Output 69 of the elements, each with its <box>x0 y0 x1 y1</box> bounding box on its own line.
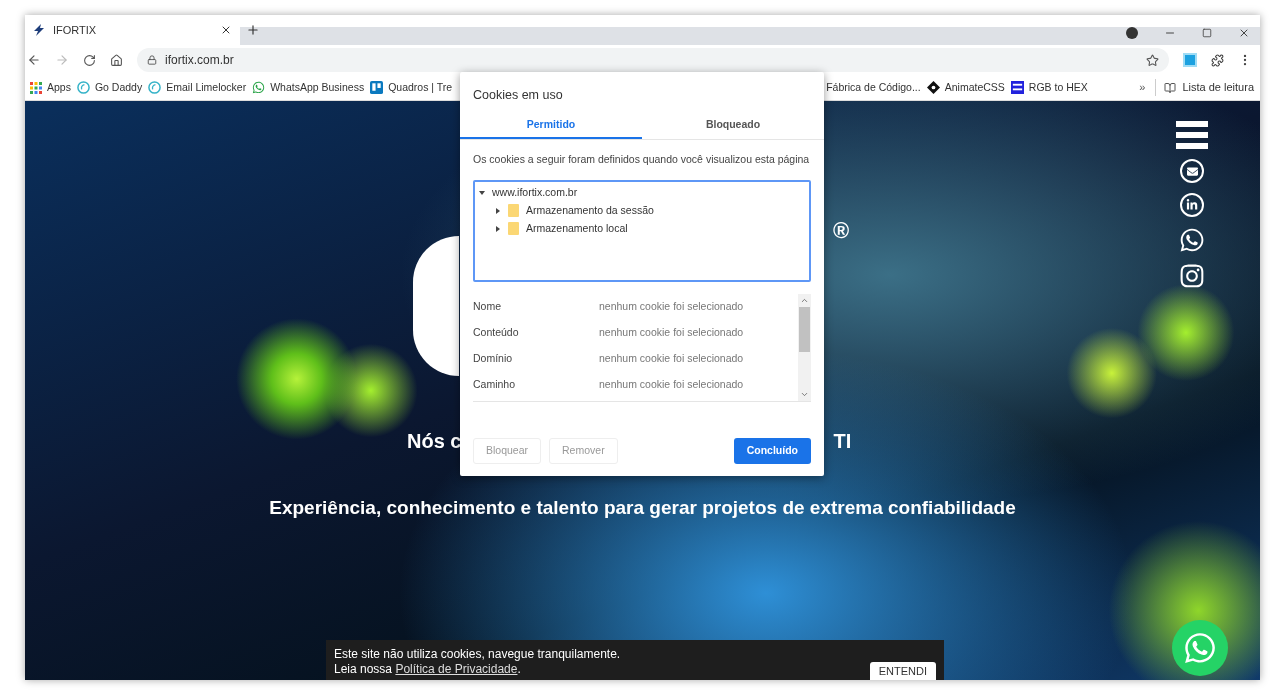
down-triangle-icon[interactable] <box>479 189 485 196</box>
address-bar[interactable]: ifortix.com.br <box>137 48 1169 72</box>
registered-mark: ® <box>833 217 850 245</box>
hero-heading: TI <box>833 429 852 454</box>
folder-icon <box>508 222 519 235</box>
back-icon[interactable] <box>27 53 41 67</box>
profile-icon[interactable] <box>1126 27 1138 39</box>
detail-label: Nome <box>473 298 502 314</box>
whatsapp-icon[interactable] <box>1179 227 1205 253</box>
hero-subheading: Experiência, conhecimento e talento para gerar projetos de extrema confiabilidade <box>269 496 1016 520</box>
reading-list-link[interactable]: Lista de leitura <box>1155 79 1258 96</box>
close-icon[interactable] <box>220 24 232 36</box>
cookie-tree[interactable]: www.ifortix.com.br Armazenamento da sessão Armazenamento local <box>473 179 811 282</box>
detail-value: nenhum cookie foi selecionado <box>599 376 744 392</box>
bookmark-link[interactable]: WhatsApp Business <box>249 77 368 98</box>
dialog-description: Os cookies a seguir foram definidos quando você visualizou esta página <box>472 151 811 167</box>
cookie-notice: Este site não utiliza cookies, navegue tranquilamente. <box>334 647 621 662</box>
dialog-button[interactable]: Concluído <box>733 438 811 464</box>
home-icon[interactable] <box>110 53 123 67</box>
tree-item[interactable]: Armazenamento local <box>475 219 809 238</box>
right-triangle-icon[interactable] <box>495 225 501 232</box>
detail-label: Domínio <box>473 350 514 366</box>
apps-grid-icon <box>30 81 42 94</box>
hero-heading: Nós c <box>407 429 462 454</box>
chat-bubble-icon <box>252 81 266 94</box>
lock-icon <box>147 55 157 65</box>
bookmark-link[interactable]: Email Limelocker <box>145 77 250 98</box>
detail-value: nenhum cookie foi selecionado <box>599 298 744 314</box>
bookmark-link[interactable]: AnimateCSS <box>923 77 1008 98</box>
dialog-tab[interactable]: Bloqueado <box>642 112 824 139</box>
menu-icon[interactable] <box>1176 121 1208 149</box>
detail-label: Caminho <box>473 376 517 392</box>
new-tab-icon[interactable] <box>246 23 260 37</box>
board-icon <box>370 81 384 94</box>
instagram-icon[interactable] <box>1179 263 1205 289</box>
linkedin-icon[interactable] <box>1180 193 1204 217</box>
dialog-tab[interactable]: Permitido <box>460 112 642 139</box>
tree-item[interactable]: Armazenamento da sessão <box>475 201 809 220</box>
color-square-icon <box>1010 81 1024 94</box>
bookmark-link[interactable]: Quadros | Tre <box>367 77 456 98</box>
scrollbar[interactable] <box>798 293 811 401</box>
accept-button[interactable]: ENTENDI <box>869 662 936 680</box>
puzzle-icon[interactable] <box>1211 53 1224 67</box>
detail-label: Conteúdo <box>473 324 520 340</box>
tree-item[interactable]: www.ifortix.com.br <box>475 183 809 202</box>
bookmark-link[interactable]: RGB to HEX <box>1007 77 1091 98</box>
diamond-icon <box>926 81 940 94</box>
swirl-icon <box>148 81 162 94</box>
reading-list-icon <box>1164 81 1177 94</box>
dialog-title: Cookies em uso <box>472 87 564 104</box>
tab-title: IFORTIX <box>53 22 98 38</box>
right-triangle-icon[interactable] <box>495 207 501 214</box>
folder-icon <box>508 204 519 217</box>
swirl-icon <box>76 81 90 94</box>
reload-icon[interactable] <box>83 53 96 67</box>
bolt-logo-icon <box>33 24 45 36</box>
detail-value: nenhum cookie foi selecionado <box>599 350 744 366</box>
star-icon[interactable] <box>1146 53 1159 67</box>
whatsapp-button[interactable] <box>1172 620 1228 676</box>
bookmark-link[interactable]: Go Daddy <box>73 77 146 98</box>
bookmark-link[interactable]: Apps <box>27 77 74 98</box>
more-bookmarks[interactable]: » <box>1139 79 1146 96</box>
mail-icon[interactable] <box>1180 159 1204 183</box>
maximize-icon[interactable] <box>1202 28 1212 38</box>
close-window-icon[interactable] <box>1238 27 1250 39</box>
address-text: ifortix.com.br <box>165 52 235 69</box>
privacy-notice: Leia nossa Política de Privacidade. <box>334 662 522 677</box>
detail-value: nenhum cookie foi selecionado <box>599 324 744 340</box>
whatsapp-icon <box>1183 631 1217 665</box>
